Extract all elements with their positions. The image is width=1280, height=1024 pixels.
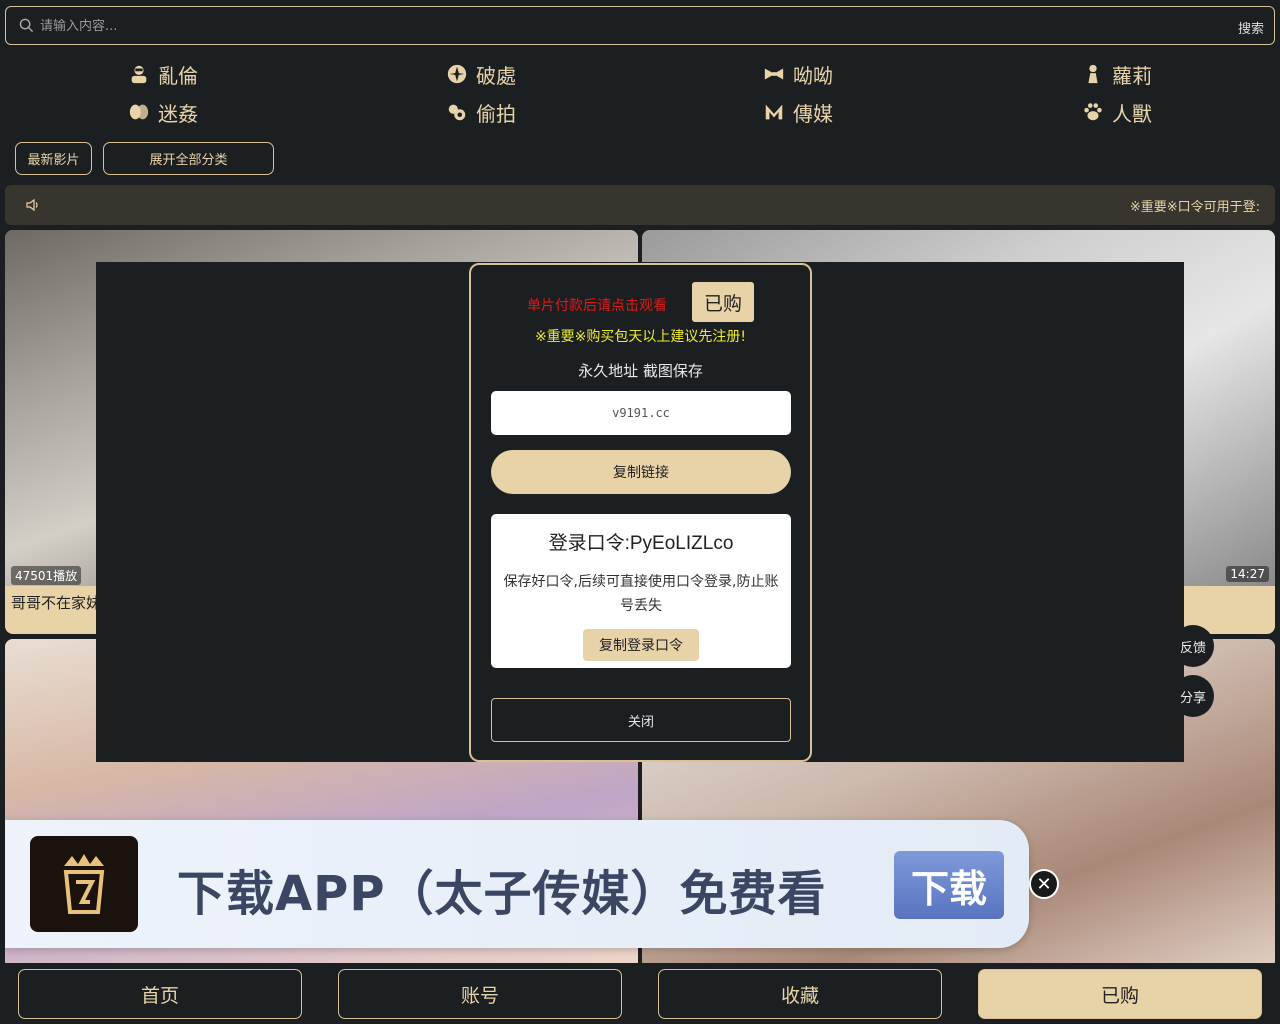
speaker-icon [26,198,38,212]
tab-favorites[interactable]: 收藏 [658,969,942,1019]
search-icon [19,18,34,33]
banner-slogan: 下载APP（太子传媒）免费看 [177,866,827,922]
share-button[interactable]: 分享 [1172,675,1214,717]
feedback-button[interactable]: 反馈 [1172,625,1214,667]
category-label: 偷拍 [476,101,516,126]
search-bar: 搜索 [5,6,1275,45]
video-duration: 14:27 [1226,566,1269,582]
video-title: 哥哥不在家妹 [11,594,102,612]
girl-icon [1088,64,1098,84]
crown-logo-icon [63,854,105,914]
pay-instruction: 单片付款后请点击观看 [527,298,667,314]
category-youyou[interactable]: 呦呦 [763,58,833,90]
category-label: 蘿莉 [1112,63,1152,88]
m-logo-icon [765,104,783,120]
paw-icon [1084,103,1102,121]
category-label: 亂倫 [158,63,198,88]
camera-icon [448,104,466,121]
bought-button[interactable]: 已购 [692,282,754,322]
purchase-modal: 单片付款后请点击观看 已购 ※重要※购买包天以上建议先注册! 永久地址 截图保存… [469,263,812,762]
latest-videos-button[interactable]: 最新影片 [15,142,92,175]
expand-categories-button[interactable]: 展开全部分类 [103,142,274,175]
login-code: 登录口令:PyEoLIZLco [548,533,734,554]
category-pochu[interactable]: 破處 [446,58,516,90]
category-label: 傳媒 [793,101,833,126]
copy-link-button[interactable]: 复制链接 [491,450,791,494]
app-download-banner[interactable]: 下载APP（太子传媒）免费看 下载 [5,820,1029,948]
search-button[interactable]: 搜索 [1238,18,1264,37]
notice-text: ※重要※口令可用于登: [1129,200,1260,215]
tab-home[interactable]: 首页 [18,969,302,1019]
permanent-address-label: 永久地址 截图保存 [578,362,703,380]
login-code-box: 登录口令:PyEoLIZLco 保存好口令,后续可直接使用口令登录,防止账号丢失… [491,514,791,668]
incognito-icon [131,65,147,84]
category-luanlun[interactable]: 亂倫 [128,58,198,90]
category-luoli[interactable]: 蘿莉 [1082,58,1152,90]
category-mijian[interactable]: 迷姦 [128,96,198,128]
category-label: 迷姦 [158,101,198,126]
pills-icon [129,104,149,120]
category-renshou[interactable]: 人獸 [1082,96,1152,128]
copy-login-code-button[interactable]: 复制登录口令 [583,629,699,661]
play-count: 47501播放 [11,566,82,585]
tab-account[interactable]: 账号 [338,969,622,1019]
download-button[interactable]: 下载 [894,851,1004,919]
close-circle-icon[interactable]: ✕ [1029,869,1059,899]
close-button[interactable]: 关闭 [491,698,791,742]
category-label: 呦呦 [793,63,833,88]
login-code-description: 保存好口令,后续可直接使用口令登录,防止账号丢失 [503,574,779,614]
permanent-url: v9191.cc [491,391,791,435]
category-label: 破處 [476,63,516,88]
search-input[interactable] [40,15,1190,37]
cherry-blossom-icon [447,64,467,84]
important-notice: ※重要※购买包天以上建议先注册! [534,329,747,345]
category-chuanmei[interactable]: 傳媒 [763,96,833,128]
tab-purchased[interactable]: 已购 [978,969,1262,1019]
category-toupai[interactable]: 偷拍 [446,96,516,128]
app-logo [30,836,138,932]
bottom-tab-bar: 首页 账号 收藏 已购 [0,963,1280,1024]
category-label: 人獸 [1112,101,1152,126]
notice-bar: ※重要※口令可用于登: [5,185,1275,225]
bowtie-icon [764,68,784,80]
